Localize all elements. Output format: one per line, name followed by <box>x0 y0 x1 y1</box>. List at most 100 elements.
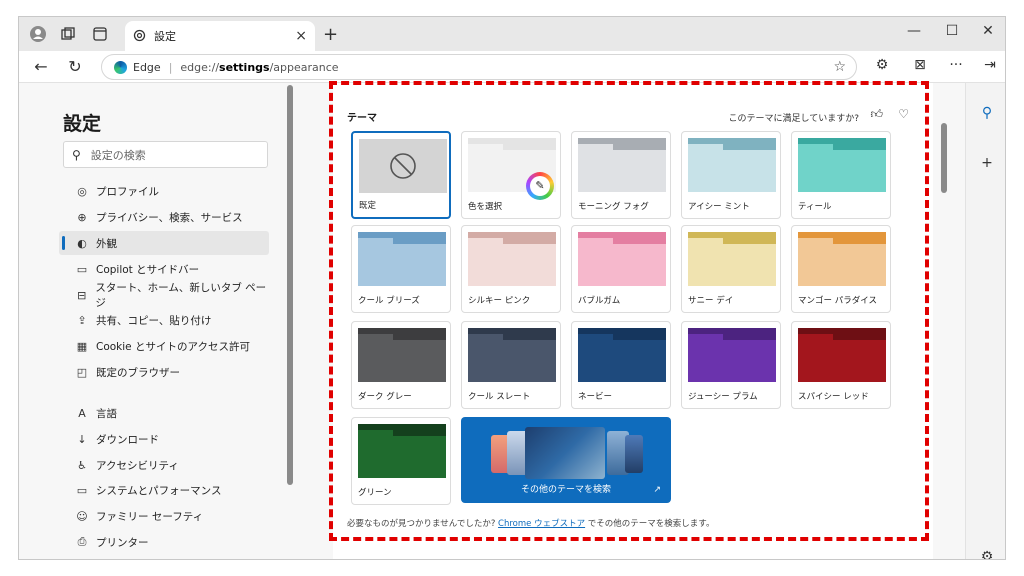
folder-body-shape <box>798 150 886 192</box>
tab-settings[interactable]: 設定 × <box>125 21 315 51</box>
thumbs-up-icon[interactable]: 👍︎ <box>870 107 883 122</box>
sidebar-item-profile[interactable]: ◎ プロファイル <box>59 179 269 203</box>
sidebar-item-lock[interactable]: ⊕ プライバシー、検索、サービス <box>59 205 269 229</box>
theme-card[interactable]: ネービー <box>571 321 671 409</box>
sidebar-item-home[interactable]: ⊟ スタート、ホーム、新しいタブ ページ <box>59 282 269 309</box>
back-button[interactable]: ← <box>31 57 51 76</box>
close-window-button[interactable]: ✕ <box>973 23 1003 39</box>
sidebar-item-family[interactable]: ☺ ファミリー セーフティ <box>59 504 269 528</box>
folder-body-shape <box>358 436 446 478</box>
folder-body-shape <box>578 340 666 382</box>
sidebar-item-download[interactable]: ↓ ダウンロード <box>59 427 269 451</box>
sidebar-toggle-icon[interactable]: ⇥ <box>979 57 1001 73</box>
theme-card[interactable]: バブルガム <box>571 225 671 313</box>
folder-body-shape <box>358 244 446 286</box>
theme-thumbnail <box>468 328 556 382</box>
theme-card[interactable]: ✎ 色を選択 <box>461 131 561 219</box>
minimize-button[interactable]: — <box>899 23 929 39</box>
tab-close-button[interactable]: × <box>295 28 307 44</box>
workspaces-icon[interactable] <box>59 25 77 43</box>
theme-card[interactable]: 既定 <box>351 131 451 219</box>
system-icon: ▭ <box>76 483 88 497</box>
navigation-bar: ← ↻ Edge | edge://settings/appearance ☆ … <box>19 51 1005 83</box>
sidebar-item-label: プロファイル <box>96 185 159 198</box>
browser-window: 設定 × + — ☐ ✕ ← ↻ Edge | edge://settings /… <box>18 16 1006 560</box>
folder-body-shape <box>578 244 666 286</box>
theme-card[interactable]: モーニング フォグ <box>571 131 671 219</box>
edge-sidebar: ⚲ + ⚙ <box>965 83 1005 559</box>
sidebar-item-sidebar[interactable]: ▭ Copilot とサイドバー <box>59 257 269 281</box>
more-themes-button[interactable]: その他のテーマを検索 ↗ <box>461 417 671 503</box>
tab-actions-icon[interactable] <box>91 25 109 43</box>
external-link-icon: ↗ <box>653 485 661 495</box>
theme-thumbnail: ✎ <box>468 138 556 200</box>
thumbs-down-icon[interactable]: ♡ <box>898 107 909 121</box>
theme-thumbnail <box>359 139 447 193</box>
theme-feedback-text: このテーマに満足していますか? <box>728 114 859 124</box>
maximize-button[interactable]: ☐ <box>937 23 967 39</box>
theme-card[interactable]: シルキー ピンク <box>461 225 561 313</box>
folder-body-shape <box>798 340 886 382</box>
theme-card[interactable]: クール スレート <box>461 321 561 409</box>
main-scrollbar[interactable] <box>941 123 947 193</box>
sidebar-item-label: システムとパフォーマンス <box>96 484 222 497</box>
sidebar-item-label: 既定のブラウザー <box>96 366 180 379</box>
theme-card[interactable]: ジューシー プラム <box>681 321 781 409</box>
sidebar-item-share[interactable]: ⇪ 共有、コピー、貼り付け <box>59 308 269 332</box>
add-sidebar-app-icon[interactable]: + <box>978 155 996 171</box>
theme-card-label: シルキー ピンク <box>468 296 531 306</box>
cookie-icon: ▦ <box>76 339 88 353</box>
chrome-webstore-link[interactable]: Chrome ウェブストア <box>498 519 585 529</box>
refresh-button[interactable]: ↻ <box>65 57 85 76</box>
sidebar-icon: ▭ <box>76 262 88 276</box>
theme-card[interactable]: サニー デイ <box>681 225 781 313</box>
search-icon[interactable]: ⚲ <box>978 105 996 121</box>
address-bar[interactable]: Edge | edge://settings/appearance ☆ <box>101 54 857 80</box>
sidebar-item-language[interactable]: A 言語 <box>59 401 269 425</box>
theme-card[interactable]: ダーク グレー <box>351 321 451 409</box>
theme-card-label: スパイシー レッド <box>798 392 869 402</box>
more-themes-label: その他のテーマを検索 <box>520 485 611 495</box>
theme-card[interactable]: クール ブリーズ <box>351 225 451 313</box>
theme-thumbnail <box>798 328 886 382</box>
sidebar-item-appearance[interactable]: ◐ 外観 <box>59 231 269 255</box>
sidebar-item-label: Cookie とサイトのアクセス許可 <box>96 340 250 353</box>
site-label: Edge <box>133 60 161 74</box>
extensions-icon[interactable]: ⚙ <box>871 57 893 73</box>
theme-card[interactable]: スパイシー レッド <box>791 321 891 409</box>
sidebar-settings-gear-icon[interactable]: ⚙ <box>978 549 996 559</box>
folder-body-shape <box>688 244 776 286</box>
theme-card[interactable]: グリーン <box>351 417 451 505</box>
profile-icon: ◎ <box>77 184 87 198</box>
theme-card[interactable]: アイシー ミント <box>681 131 781 219</box>
theme-preview-image <box>525 427 605 479</box>
screenshot-icon[interactable]: ⊠ <box>909 57 931 73</box>
folder-body-shape <box>688 340 776 382</box>
content-area: 設定 ⚲ 設定の検索 ◎ プロファイル ⊕ プライバシー、検索、サービス ◐ 外観 ▭ Cop… <box>19 83 965 559</box>
theme-thumbnail <box>688 138 776 192</box>
sidebar-scrollbar[interactable] <box>287 85 293 485</box>
folder-body-shape <box>358 340 446 382</box>
home-icon: ⊟ <box>77 288 87 302</box>
sidebar-item-browser[interactable]: ◰ 既定のブラウザー <box>59 360 269 384</box>
favorite-star-icon[interactable]: ☆ <box>833 59 846 75</box>
download-icon: ↓ <box>77 432 87 446</box>
color-picker-icon[interactable]: ✎ <box>526 172 554 200</box>
sidebar-item-printer[interactable]: ⎙ プリンター <box>59 530 269 554</box>
folder-body-shape <box>798 244 886 286</box>
family-icon: ☺ <box>76 509 88 523</box>
new-tab-button[interactable]: + <box>323 24 338 45</box>
sidebar-item-cookie[interactable]: ▦ Cookie とサイトのアクセス許可 <box>59 334 269 358</box>
theme-thumbnail <box>798 232 886 286</box>
printer-icon: ⎙ <box>77 535 87 548</box>
settings-search-input[interactable]: ⚲ 設定の検索 <box>63 141 268 168</box>
url-scheme: edge:// <box>180 60 220 74</box>
theme-card[interactable]: マンゴー パラダイス <box>791 225 891 313</box>
profile-avatar-icon[interactable] <box>29 25 47 43</box>
theme-card-label: ネービー <box>578 392 613 402</box>
sidebar-item-system[interactable]: ▭ システムとパフォーマンス <box>59 478 269 502</box>
theme-card[interactable]: ティール <box>791 131 891 219</box>
more-menu-icon[interactable]: ··· <box>945 57 967 73</box>
theme-thumbnail <box>358 232 446 286</box>
sidebar-item-accessibility[interactable]: ♿ アクセシビリティ <box>59 453 269 477</box>
